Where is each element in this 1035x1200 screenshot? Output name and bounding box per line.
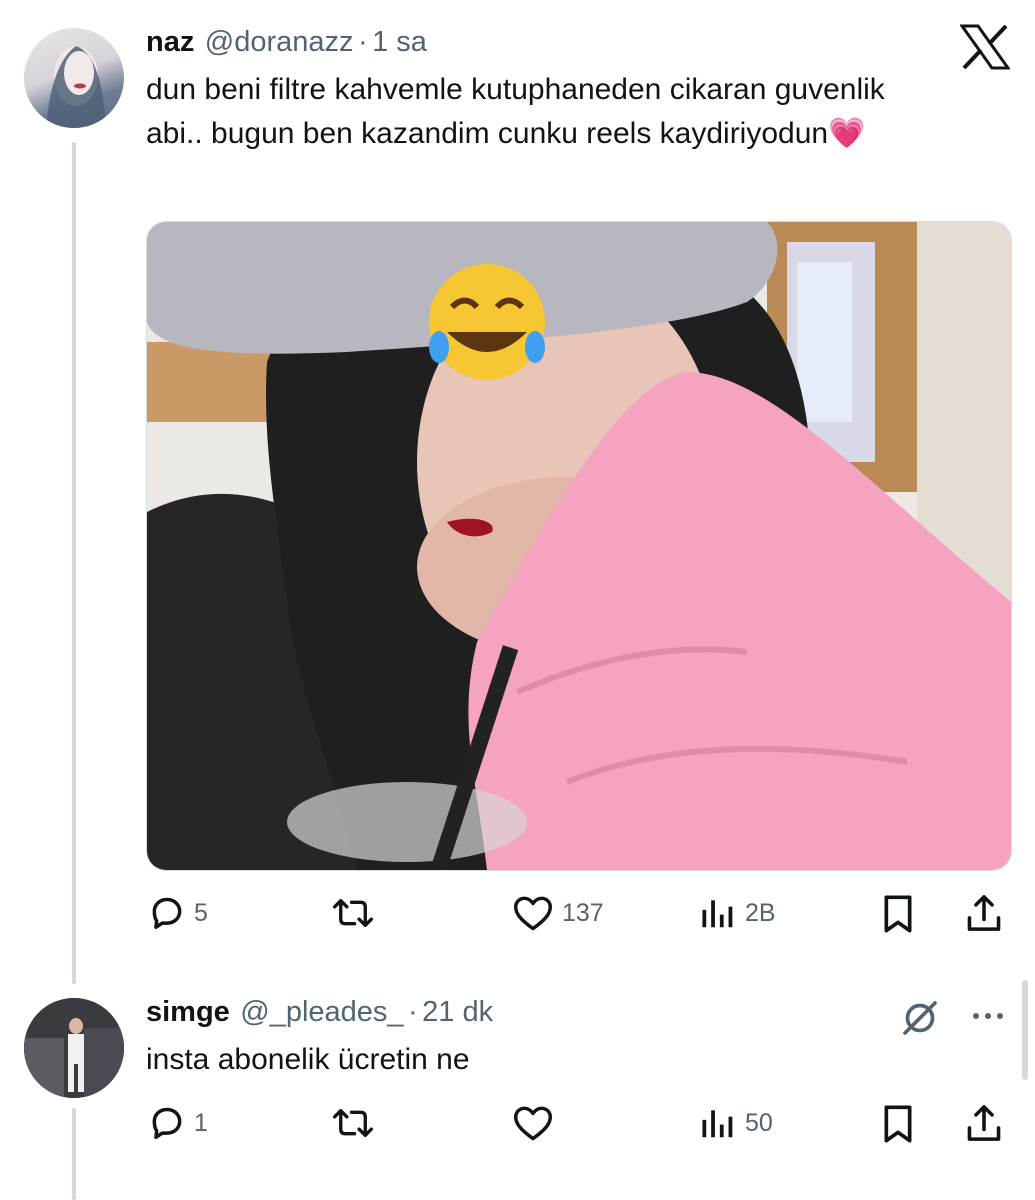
separator: · bbox=[408, 996, 418, 1028]
tweet[interactable]: naz @doranazz · 1 sa dun beni filtre kah… bbox=[0, 0, 1035, 984]
share-icon bbox=[967, 1105, 1001, 1141]
more-icon[interactable] bbox=[968, 1010, 1008, 1022]
like-icon bbox=[514, 1106, 552, 1141]
username[interactable]: @_pleades_ bbox=[240, 996, 403, 1028]
view-count: 2B bbox=[745, 898, 776, 927]
bookmark-icon bbox=[884, 895, 912, 933]
tweet-header: naz @doranazz · 1 sa bbox=[146, 26, 427, 59]
thread-line bbox=[72, 142, 76, 984]
tweet-text: dun beni filtre kahvemle kutuphaneden ci… bbox=[146, 73, 894, 150]
display-name[interactable]: simge bbox=[146, 996, 230, 1028]
like-count: 137 bbox=[562, 898, 604, 927]
reply-icon bbox=[152, 897, 182, 929]
share-button[interactable] bbox=[964, 892, 1004, 934]
avatar-photo bbox=[24, 998, 124, 1098]
views-button[interactable]: 50 bbox=[697, 1104, 773, 1142]
reply-icon bbox=[152, 1107, 182, 1139]
photo-illustration bbox=[147, 222, 1011, 870]
reply-button[interactable]: 1 bbox=[148, 1104, 208, 1142]
thread-line bbox=[72, 1108, 76, 1200]
reply-count: 1 bbox=[194, 1108, 208, 1137]
tweet[interactable]: simge @_pleades_ · 21 dk insta abonelik … bbox=[0, 980, 1035, 1200]
username[interactable]: @doranazz bbox=[205, 26, 354, 58]
scrollbar[interactable] bbox=[1022, 980, 1028, 1080]
reply-button[interactable]: 5 bbox=[148, 894, 208, 932]
views-button[interactable]: 2B bbox=[697, 894, 776, 932]
timestamp[interactable]: 21 dk bbox=[422, 996, 493, 1028]
view-count: 50 bbox=[745, 1108, 773, 1137]
views-icon bbox=[702, 1110, 733, 1138]
views-icon bbox=[702, 900, 733, 928]
retweet-button[interactable] bbox=[330, 894, 376, 932]
tweet-photo[interactable]: 😂 bbox=[146, 221, 1012, 871]
like-button[interactable] bbox=[512, 1104, 554, 1142]
timestamp[interactable]: 1 sa bbox=[372, 26, 427, 58]
share-icon bbox=[967, 895, 1001, 931]
avatar[interactable] bbox=[24, 28, 124, 128]
retweet-button[interactable] bbox=[330, 1104, 376, 1142]
bookmark-button[interactable] bbox=[880, 894, 916, 934]
tweet-text: insta abonelik ücretin ne bbox=[146, 1043, 470, 1076]
grok-slash-icon[interactable] bbox=[900, 998, 940, 1038]
display-name[interactable]: naz bbox=[146, 26, 194, 58]
separator: · bbox=[358, 26, 368, 58]
share-button[interactable] bbox=[964, 1102, 1004, 1144]
avatar[interactable] bbox=[24, 998, 124, 1098]
retweet-icon bbox=[332, 899, 374, 927]
like-icon bbox=[514, 896, 552, 931]
bookmark-icon bbox=[884, 1105, 912, 1143]
tweet-header: simge @_pleades_ · 21 dk bbox=[146, 996, 493, 1029]
like-button[interactable]: 137 bbox=[512, 894, 604, 932]
avatar-photo bbox=[46, 46, 106, 128]
bookmark-button[interactable] bbox=[880, 1104, 916, 1144]
reply-count: 5 bbox=[194, 898, 208, 927]
retweet-icon bbox=[332, 1109, 374, 1137]
